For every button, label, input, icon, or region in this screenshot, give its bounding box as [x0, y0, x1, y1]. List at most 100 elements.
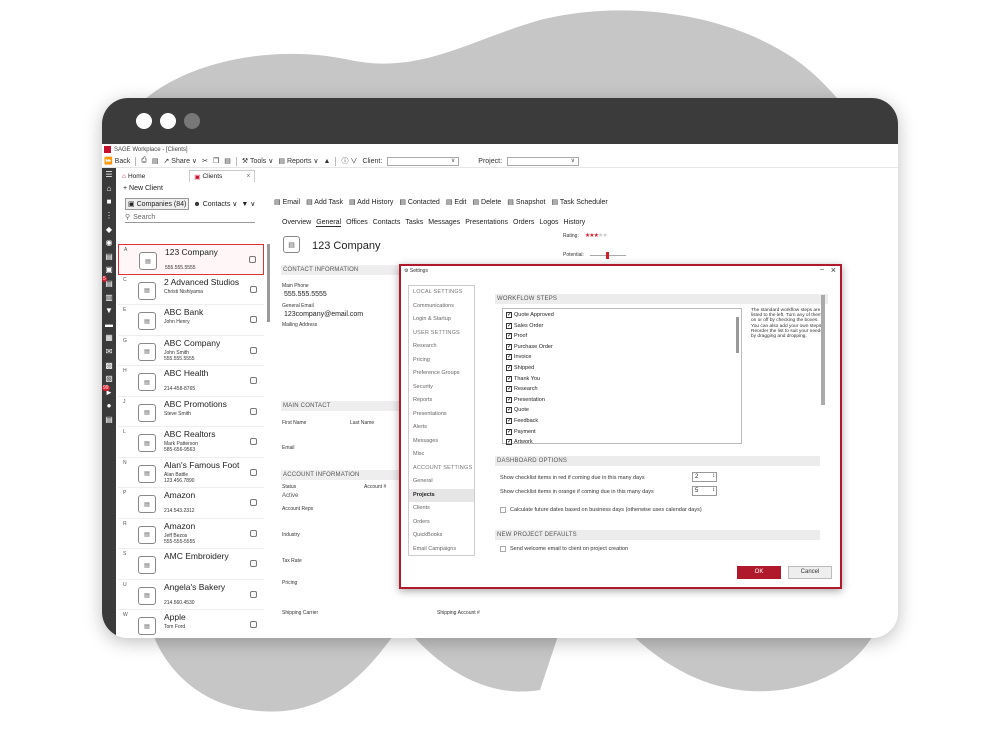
briefcase-icon[interactable]: ▣ — [102, 263, 116, 277]
ok-button[interactable]: OK — [737, 566, 781, 579]
filter-icon[interactable]: ▼ ∨ — [241, 200, 255, 208]
step-checkbox[interactable] — [506, 438, 512, 446]
new-client-button[interactable]: + New Client — [123, 185, 163, 192]
settings-nav-item[interactable]: Messages — [409, 435, 474, 449]
client-checkbox[interactable] — [250, 590, 257, 598]
client-checkbox[interactable] — [250, 316, 257, 323]
client-list-item[interactable]: N ▤ Alan's Famous Foot Alan Battle 123.456.7… — [118, 458, 264, 488]
step-checkbox[interactable] — [506, 364, 512, 371]
settings-nav-item[interactable]: Alerts — [409, 421, 474, 435]
step-checkbox[interactable] — [506, 353, 512, 361]
copy-icon[interactable]: ❐ — [213, 157, 219, 165]
step-checkbox[interactable] — [506, 385, 512, 393]
home-icon[interactable]: ⌂ — [102, 182, 116, 196]
rating[interactable]: Rating: ★★★★★ — [563, 232, 608, 240]
settings-nav-item[interactable]: QuickBooks — [409, 529, 474, 543]
settings-nav-item[interactable]: Communications — [409, 300, 474, 314]
client-list-item[interactable]: E ▤ ABC Bank John Henry — [118, 305, 264, 336]
contacts-icon[interactable]: ▤ — [102, 250, 116, 264]
settings-nav-item[interactable]: Presentations — [409, 408, 474, 422]
action-button[interactable]: ▤ Email — [274, 198, 300, 206]
client-list-item[interactable]: L ▤ ABC Realtors Mark Patterson 585-656-9563 — [118, 427, 264, 458]
print-icon[interactable]: ⎙ — [141, 157, 147, 165]
chat-icon[interactable]: ● — [102, 399, 116, 413]
welcome-email-option[interactable]: Send welcome email to client on project … — [500, 546, 628, 552]
red-days-input[interactable]: 2 — [692, 472, 717, 482]
client-list-item[interactable]: W ▤ Apple Tom Ford — [118, 610, 264, 638]
detail-tab[interactable]: Logos — [539, 219, 558, 227]
settings-scrollbar[interactable] — [821, 295, 825, 405]
close-button[interactable]: × — [831, 265, 836, 275]
cancel-button[interactable]: Cancel — [788, 566, 832, 579]
close-icon[interactable]: × — [246, 173, 250, 180]
step-checkbox[interactable] — [506, 396, 512, 403]
settings-nav-item[interactable]: Security — [409, 381, 474, 395]
client-list-item[interactable]: U ▤ Angela's Bakery 214.560.4530 — [118, 580, 264, 610]
workflow-step[interactable]: Quote Approved — [506, 311, 554, 318]
client-checkbox[interactable] — [250, 560, 257, 567]
detail-tab[interactable]: Contacts — [373, 219, 401, 227]
client-list-item[interactable]: S ▤ AMC Embroidery — [118, 549, 264, 580]
detail-tab[interactable]: Presentations — [465, 219, 508, 227]
detail-tab[interactable]: Offices — [346, 219, 368, 227]
client-select[interactable] — [387, 156, 460, 166]
cart-icon[interactable]: ▼ — [102, 304, 116, 318]
grid-icon[interactable]: ⋮ — [102, 209, 116, 223]
index-letter[interactable]: H — [123, 368, 127, 374]
detail-tab[interactable]: Overview — [282, 219, 311, 227]
client-checkbox[interactable] — [250, 499, 257, 506]
search-input[interactable]: ⚲ Search — [125, 212, 255, 223]
workflow-step[interactable]: Invoice — [506, 353, 531, 361]
library-icon[interactable]: ▤ — [102, 413, 116, 427]
action-button[interactable]: ▤ Delete — [472, 198, 501, 206]
workflow-step[interactable]: Presentation — [506, 396, 545, 403]
cut-icon[interactable]: ✂ — [202, 157, 208, 165]
settings-nav-item[interactable]: Reports — [409, 394, 474, 408]
client-checkbox[interactable] — [250, 529, 257, 537]
step-checkbox[interactable] — [506, 375, 512, 382]
step-checkbox[interactable] — [506, 311, 512, 318]
settings-nav-item[interactable]: Pricing — [409, 354, 474, 368]
workflow-step[interactable]: Payment — [506, 428, 536, 435]
detail-tab[interactable]: Tasks — [405, 219, 423, 227]
client-checkbox[interactable] — [250, 438, 257, 445]
contacts-toggle[interactable]: ☻ Contacts ∨ — [193, 200, 237, 208]
detail-tab[interactable]: Messages — [428, 219, 460, 227]
client-checkbox[interactable] — [250, 407, 257, 415]
client-list-item[interactable]: C ▤ 2 Advanced Studios Christi Nishiyama — [118, 275, 264, 305]
tab-home[interactable]: ⌂ Home — [118, 170, 149, 182]
window-dot-2[interactable] — [160, 113, 176, 129]
settings-nav-item[interactable]: Orders — [409, 516, 474, 530]
alerts-icon[interactable]: ► 99 — [102, 384, 116, 400]
image-icon[interactable]: ▩ — [102, 358, 116, 372]
detail-tab[interactable]: General — [316, 219, 342, 227]
index-letter[interactable]: P — [123, 490, 126, 496]
index-letter[interactable]: U — [123, 582, 127, 588]
project-select[interactable] — [507, 156, 580, 166]
business-days-option[interactable]: Calculate future dates based on business… — [500, 507, 702, 513]
client-checkbox[interactable] — [249, 256, 256, 263]
index-letter[interactable]: L — [123, 429, 126, 435]
step-checkbox[interactable] — [506, 322, 512, 329]
settings-nav-item[interactable]: Preference Groups — [409, 367, 474, 381]
settings-nav-item[interactable]: Email Campaigns — [409, 543, 474, 557]
client-list-item[interactable]: J ▤ ABC Promotions Steve Smith — [118, 397, 264, 427]
tools-menu[interactable]: ⚒ Tools ∨ — [242, 157, 274, 165]
detail-tab[interactable]: Orders — [513, 219, 534, 227]
action-button[interactable]: ▤ Add History — [349, 198, 393, 206]
action-button[interactable]: ▤ Contacted — [399, 198, 440, 206]
client-checkbox[interactable] — [250, 346, 257, 354]
reports-menu[interactable]: ▤ Reports ∨ — [278, 157, 318, 165]
main-phone-value[interactable]: 555.555.5555 — [284, 291, 327, 298]
workflow-step[interactable]: Feedback — [506, 417, 538, 424]
client-list-item[interactable]: P ▤ Amazon 214.543.2312 — [118, 488, 264, 519]
calendar-icon[interactable]: ▧ — [102, 372, 116, 386]
orders-icon[interactable]: ▤ 5 — [102, 275, 116, 291]
minimize-button[interactable]: – — [820, 266, 824, 273]
workflow-step[interactable]: Thank You — [506, 375, 540, 382]
settings-nav-item[interactable]: Clients — [409, 502, 474, 516]
rating-stars[interactable]: ★★★★★ — [585, 232, 608, 239]
steps-scrollbar[interactable] — [736, 317, 739, 353]
welcome-email-checkbox[interactable] — [500, 546, 506, 552]
index-letter[interactable]: J — [123, 399, 126, 405]
